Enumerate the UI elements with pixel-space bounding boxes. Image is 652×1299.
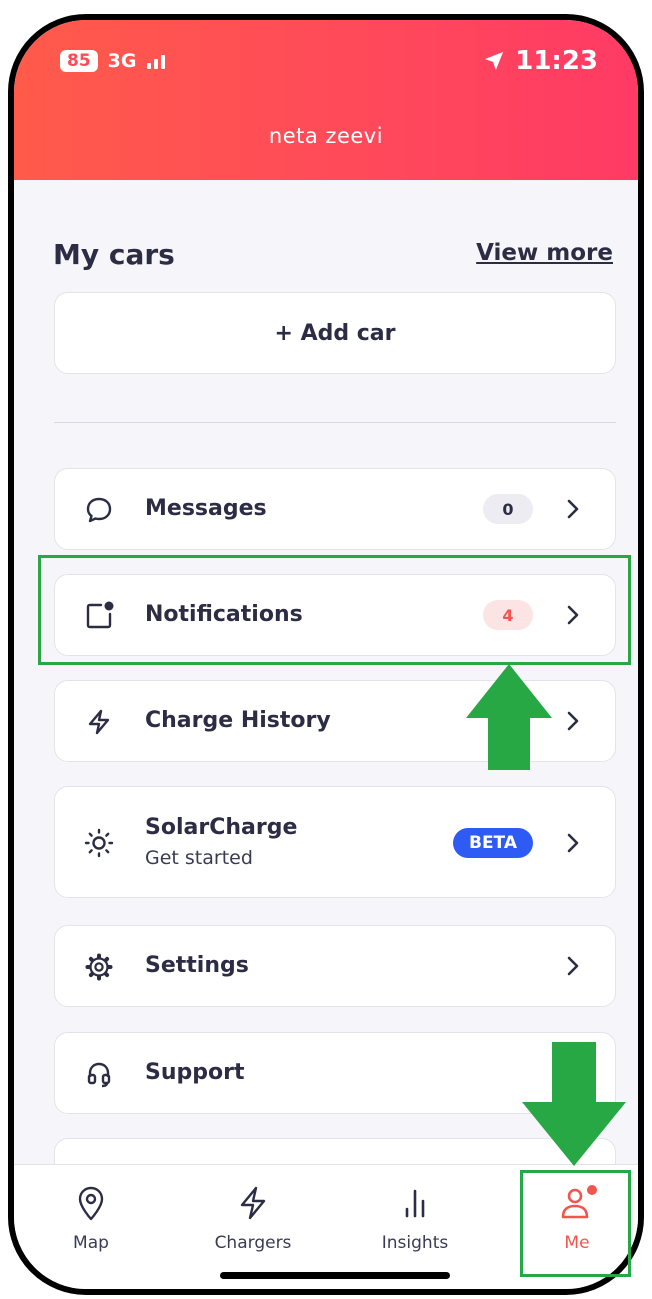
solarcharge-label: SolarCharge (145, 815, 298, 840)
chevron-right-icon (563, 709, 583, 733)
tab-map[interactable]: Map (36, 1183, 146, 1253)
location-arrow-icon (485, 51, 504, 71)
solarcharge-sublabel: Get started (145, 847, 253, 869)
tab-insights[interactable]: Insights (360, 1183, 470, 1253)
map-pin-icon (36, 1183, 146, 1223)
status-bar-left: 85 3G (60, 50, 165, 72)
settings-label: Settings (145, 953, 249, 978)
settings-row[interactable]: Settings (54, 925, 616, 1007)
sun-icon (83, 827, 115, 859)
header: 85 3G 11:23 neta zeevi (14, 20, 638, 180)
tab-insights-label: Insights (381, 1233, 449, 1253)
signal-bars-icon (146, 53, 165, 69)
lightning-icon (83, 706, 115, 738)
gear-icon (83, 951, 115, 983)
me-tab-highlight-box (520, 1170, 631, 1277)
messages-label: Messages (145, 496, 267, 521)
messages-count-badge: 0 (483, 494, 533, 524)
messages-row[interactable]: Messages 0 (54, 468, 616, 550)
headset-icon (83, 1058, 115, 1090)
divider (54, 422, 616, 423)
battery-indicator: 85 (60, 50, 98, 72)
chevron-right-icon (563, 954, 583, 978)
status-bar-right: 11:23 (483, 46, 598, 76)
support-label: Support (145, 1060, 245, 1085)
chevron-right-icon (563, 497, 583, 521)
network-type: 3G (107, 50, 137, 72)
notifications-highlight-box (38, 555, 631, 665)
charge-history-label: Charge History (145, 708, 331, 733)
my-cars-title: My cars (53, 238, 175, 271)
user-name: neta zeevi (268, 124, 384, 148)
lightning-icon (198, 1183, 308, 1223)
add-car-button[interactable]: + Add car (54, 292, 616, 374)
chevron-right-icon (563, 831, 583, 855)
solarcharge-row[interactable]: SolarCharge Get started BETA (54, 786, 616, 898)
tab-chargers[interactable]: Chargers (198, 1183, 308, 1253)
view-more-link[interactable]: View more (476, 240, 613, 266)
tab-chargers-label: Chargers (214, 1233, 292, 1253)
arrow-down-icon (522, 1042, 626, 1166)
chat-bubble-icon (83, 494, 115, 526)
bar-chart-icon (360, 1183, 470, 1223)
clock: 11:23 (515, 46, 598, 76)
beta-badge: BETA (453, 828, 533, 858)
tab-map-label: Map (73, 1233, 109, 1253)
home-indicator (220, 1272, 450, 1279)
arrow-up-icon (466, 664, 552, 770)
